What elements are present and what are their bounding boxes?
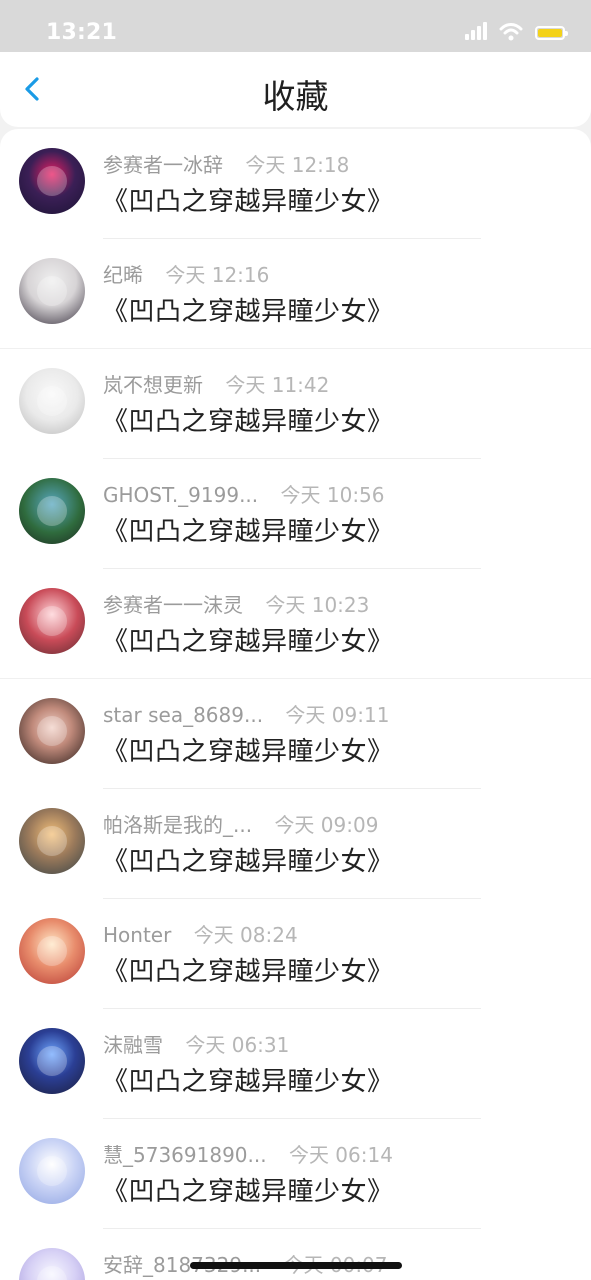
work-title[interactable]: 《凹凸之穿越异瞳少女》 [102, 1061, 394, 1098]
item-time: 今天 10:23 [265, 593, 370, 617]
list-item[interactable]: 帕洛斯是我的_... 今天 09:09 《凹凸之穿越异瞳少女》 [0, 789, 591, 899]
avatar-detail [37, 276, 67, 306]
item-meta: 岚不想更新 今天 11:42 [103, 369, 330, 397]
avatar [19, 478, 85, 544]
avatar-detail [37, 936, 67, 966]
avatar-detail [37, 716, 67, 746]
battery-icon [535, 26, 568, 40]
work-title[interactable]: 《凹凸之穿越异瞳少女》 [102, 181, 394, 218]
work-title[interactable]: 《凹凸之穿越异瞳少女》 [102, 841, 394, 878]
work-title[interactable]: 《凹凸之穿越异瞳少女》 [102, 1171, 394, 1208]
user-name[interactable]: Honter [103, 923, 171, 947]
list-item[interactable]: 安辞_8187329... 今天 00:07 [0, 1229, 591, 1280]
avatar [19, 1028, 85, 1094]
item-time: 今天 09:11 [285, 703, 390, 727]
page-title: 收藏 [262, 77, 329, 116]
signal-bar-icon [465, 34, 469, 40]
status-time: 13:21 [46, 20, 118, 45]
avatar [19, 1138, 85, 1204]
wifi-icon [499, 23, 523, 41]
user-name[interactable]: 参赛者一一沫灵 [103, 593, 243, 617]
list-item[interactable]: 参赛者一一沫灵 今天 10:23 《凹凸之穿越异瞳少女》 [0, 569, 591, 679]
list-item[interactable]: star sea_8689... 今天 09:11 《凹凸之穿越异瞳少女》 [0, 679, 591, 789]
work-title[interactable]: 《凹凸之穿越异瞳少女》 [102, 731, 394, 768]
item-time: 今天 06:14 [288, 1143, 393, 1167]
user-name[interactable]: 参赛者一冰辞 [103, 153, 223, 177]
avatar-detail [37, 1266, 67, 1280]
item-meta: Honter 今天 08:24 [103, 919, 298, 947]
item-time: 今天 08:24 [193, 923, 298, 947]
item-meta: GHOST._9199... 今天 10:56 [103, 479, 385, 507]
signal-bar-icon [471, 30, 475, 40]
item-time: 今天 10:56 [280, 483, 385, 507]
avatar [19, 148, 85, 214]
item-time: 今天 11:42 [225, 373, 330, 397]
user-name[interactable]: star sea_8689... [103, 703, 263, 727]
avatar-detail [37, 496, 67, 526]
status-icons [465, 22, 568, 44]
item-meta: 参赛者一冰辞 今天 12:18 [103, 149, 350, 177]
avatar-detail [37, 166, 67, 196]
avatar [19, 1248, 85, 1280]
avatar [19, 698, 85, 764]
signal-bar-icon [483, 22, 487, 40]
avatar [19, 918, 85, 984]
list-item[interactable]: 岚不想更新 今天 11:42 《凹凸之穿越异瞳少女》 [0, 349, 591, 459]
avatar-detail [37, 606, 67, 636]
user-name[interactable]: 慧_573691890... [103, 1143, 267, 1167]
user-name[interactable]: GHOST._9199... [103, 483, 258, 507]
list-item[interactable]: 慧_573691890... 今天 06:14 《凹凸之穿越异瞳少女》 [0, 1119, 591, 1229]
favorites-list: 参赛者一冰辞 今天 12:18 《凹凸之穿越异瞳少女》 纪晞 今天 12:16 … [0, 129, 591, 1280]
status-bar: 13:21 [0, 0, 591, 52]
list-item[interactable]: 参赛者一冰辞 今天 12:18 《凹凸之穿越异瞳少女》 [0, 129, 591, 239]
item-meta: 慧_573691890... 今天 06:14 [103, 1139, 393, 1167]
work-title[interactable]: 《凹凸之穿越异瞳少女》 [102, 511, 394, 548]
user-name[interactable]: 沫融雪 [103, 1033, 163, 1057]
header: 收藏 [0, 52, 591, 127]
work-title[interactable]: 《凹凸之穿越异瞳少女》 [102, 951, 394, 988]
avatar-detail [37, 1046, 67, 1076]
work-title[interactable]: 《凹凸之穿越异瞳少女》 [102, 291, 394, 328]
home-indicator[interactable] [190, 1262, 402, 1269]
list-item[interactable]: 纪晞 今天 12:16 《凹凸之穿越异瞳少女》 [0, 239, 591, 349]
battery-fill [538, 29, 562, 37]
avatar [19, 258, 85, 324]
avatar [19, 808, 85, 874]
item-time: 今天 12:18 [245, 153, 350, 177]
work-title[interactable]: 《凹凸之穿越异瞳少女》 [102, 621, 394, 658]
avatar [19, 588, 85, 654]
avatar-detail [37, 386, 67, 416]
list-item[interactable]: GHOST._9199... 今天 10:56 《凹凸之穿越异瞳少女》 [0, 459, 591, 569]
item-time: 今天 12:16 [165, 263, 270, 287]
user-name[interactable]: 帕洛斯是我的_... [103, 813, 252, 837]
item-meta: 帕洛斯是我的_... 今天 09:09 [103, 809, 379, 837]
avatar-detail [37, 826, 67, 856]
list-item[interactable]: Honter 今天 08:24 《凹凸之穿越异瞳少女》 [0, 899, 591, 1009]
signal-bar-icon [477, 26, 481, 40]
user-name[interactable]: 岚不想更新 [103, 373, 203, 397]
item-meta: star sea_8689... 今天 09:11 [103, 699, 390, 727]
item-meta: 参赛者一一沫灵 今天 10:23 [103, 589, 370, 617]
item-time: 今天 09:09 [274, 813, 379, 837]
item-meta: 纪晞 今天 12:16 [103, 259, 270, 287]
list-item[interactable]: 沫融雪 今天 06:31 《凹凸之穿越异瞳少女》 [0, 1009, 591, 1119]
user-name[interactable]: 纪晞 [103, 263, 143, 287]
item-time: 今天 06:31 [185, 1033, 290, 1057]
work-title[interactable]: 《凹凸之穿越异瞳少女》 [102, 401, 394, 438]
avatar-detail [37, 1156, 67, 1186]
item-meta: 沫融雪 今天 06:31 [103, 1029, 290, 1057]
avatar [19, 368, 85, 434]
